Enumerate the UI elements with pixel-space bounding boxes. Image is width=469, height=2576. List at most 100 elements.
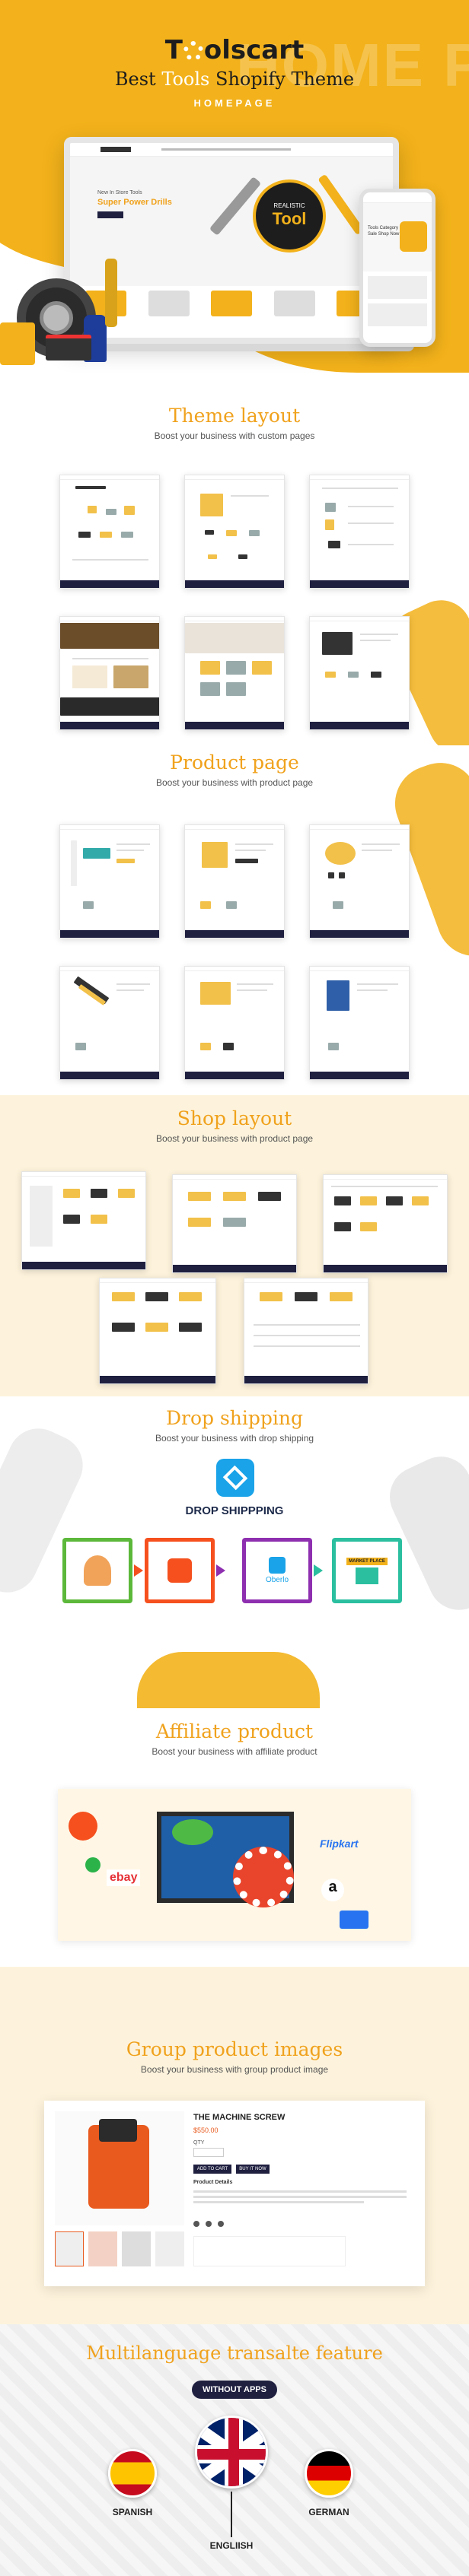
shop-icon: [356, 1567, 378, 1584]
flow-step-marketplace: MARKET PLACE: [332, 1538, 402, 1603]
tool-badge: REALISTIC Tool: [253, 179, 326, 253]
mock-banner-button[interactable]: [97, 211, 123, 218]
amazon-logo: a: [321, 1879, 344, 1901]
buy-now-button[interactable]: BUY IT NOW: [236, 2165, 270, 2174]
hero-section: HOME PAGE Tolscart Best Tools Shopify Th…: [0, 0, 469, 395]
theme-layout-section: Theme layout Boost your business with cu…: [0, 395, 469, 745]
flag-spain-icon[interactable]: [108, 2449, 157, 2498]
drop-shipping-label: DROP SHIPPPING: [185, 1504, 284, 1517]
affiliate-section: Affiliate product Boost your business wi…: [0, 1708, 469, 1967]
affiliate-subtitle: Boost your business with affiliate produ…: [152, 1746, 317, 1757]
layout-thumb-1[interactable]: [59, 475, 160, 589]
shop-thumb-4[interactable]: [99, 1278, 216, 1384]
product-thumb-4[interactable]: [59, 966, 160, 1080]
lang-spanish: SPANISH: [112, 2507, 153, 2517]
layout-thumb-3[interactable]: [309, 475, 410, 589]
gallery-thumb-3[interactable]: [122, 2231, 151, 2266]
ebay-logo: ebay: [107, 1869, 141, 1886]
product-main-image: [55, 2111, 184, 2225]
phone-mockup: Tools Category Sale Shop Now: [359, 189, 436, 347]
details-label: Product Details: [193, 2180, 233, 2185]
flag-germany-icon[interactable]: [305, 2449, 353, 2498]
group-images-subtitle: Boost your business with group product i…: [140, 2064, 329, 2075]
multilang-section: Multilanguage transalte feature WITHOUT …: [0, 2324, 469, 2576]
pinterest-icon[interactable]: [218, 2221, 224, 2227]
product-title: THE MACHINE SCREW: [193, 2113, 286, 2122]
qty-input[interactable]: [193, 2148, 224, 2157]
shop-thumb-3[interactable]: [323, 1174, 448, 1273]
credit-card-icon: [340, 1911, 368, 1929]
pointer-line: [231, 2492, 232, 2537]
oberlo-label: Oberlo: [265, 1576, 289, 1584]
affiliate-title: Affiliate product: [155, 1720, 314, 1742]
phone-icon: [85, 1857, 100, 1872]
mock-banner: New In Store Tools Super Power Drills RE…: [70, 157, 393, 286]
lang-german: GERMAN: [308, 2507, 349, 2517]
flow-step-oberlo: Oberlo: [242, 1538, 312, 1603]
share-icons: [193, 2221, 224, 2227]
phone-banner-text: Tools Category Sale Shop Now: [368, 226, 400, 237]
product-thumb-5[interactable]: [184, 966, 285, 1080]
without-apps-pill: WITHOUT APPS: [192, 2381, 277, 2399]
twitter-icon[interactable]: [206, 2221, 212, 2227]
tool-blade-art: [137, 1652, 320, 1708]
aliexpress-logo-icon: [69, 1812, 97, 1841]
mock-banner-title: Super Power Drills: [97, 198, 172, 207]
product-thumb-1[interactable]: [59, 824, 160, 939]
theme-layout-subtitle: Boost your business with custom pages: [154, 430, 315, 441]
mock-logo: [100, 147, 131, 152]
arrow-icon: [216, 1564, 225, 1577]
gallery-thumb-2[interactable]: [88, 2231, 117, 2266]
product-thumb-3[interactable]: [309, 824, 410, 939]
person-icon: [84, 1555, 111, 1586]
aliexpress-icon: [168, 1558, 192, 1583]
fuel-can-image: [0, 322, 35, 365]
drill-icon: [400, 221, 427, 252]
hero-title-highlight: Tools: [161, 68, 210, 90]
shop-thumb-1[interactable]: [21, 1171, 146, 1270]
gallery-thumb-1[interactable]: [55, 2231, 84, 2266]
lang-english: ENGLIISH: [209, 2540, 254, 2551]
layout-thumb-4[interactable]: [59, 616, 160, 730]
drop-shipping-section: Drop shipping Boost your business with d…: [0, 1396, 469, 1708]
flipkart-logo: Flipkart: [320, 1838, 359, 1850]
layout-thumb-6[interactable]: [309, 616, 410, 730]
mock-banner-small: New In Store Tools: [97, 190, 142, 195]
shock-absorber-image: [105, 259, 117, 327]
settings-gear-icon: [233, 1847, 294, 1907]
layout-thumb-2[interactable]: [184, 475, 285, 589]
description-lines: [193, 2190, 407, 2206]
dropbox-icon: [216, 1459, 254, 1497]
facebook-icon[interactable]: [193, 2221, 199, 2227]
product-detail-card: THE MACHINE SCREW $550.00 QTY ADD TO CAR…: [44, 2101, 425, 2286]
product-page-section: Product page Boost your business with pr…: [0, 745, 469, 1095]
product-page-subtitle: Boost your business with product page: [155, 777, 314, 788]
gallery-thumb-4[interactable]: [155, 2231, 184, 2266]
hero-subtitle: HOMEPAGE: [193, 97, 276, 109]
arrow-icon: [134, 1564, 143, 1577]
hammer-icon: [317, 173, 365, 236]
product-price: $550.00: [193, 2127, 219, 2134]
affiliate-illustration: ebay Flipkart a: [58, 1789, 411, 1941]
flag-uk-icon[interactable]: [195, 2416, 268, 2489]
product-page-title: Product page: [170, 751, 299, 773]
group-images-title: Group product images: [126, 2038, 343, 2060]
hero-logo: Tolscart: [0, 35, 469, 65]
arrow-icon: [314, 1564, 323, 1577]
product-thumb-2[interactable]: [184, 824, 285, 939]
hero-title: Best Tools Shopify Theme: [114, 68, 355, 90]
layout-thumb-5[interactable]: [184, 616, 285, 730]
drop-shipping-title: Drop shipping: [165, 1407, 304, 1429]
mock-category-row: [85, 291, 378, 321]
flow-step-aliexpress: [145, 1538, 215, 1603]
battery-image: [46, 335, 91, 361]
logo-letter: T: [164, 35, 183, 65]
shop-layout-subtitle: Boost your business with product page: [155, 1133, 314, 1144]
option-table: [193, 2236, 346, 2266]
shop-thumb-5[interactable]: [244, 1278, 368, 1384]
shop-thumb-2[interactable]: [172, 1174, 297, 1273]
add-to-cart-button[interactable]: ADD TO CART: [193, 2165, 231, 2174]
eye-icon: [172, 1819, 213, 1845]
gear-icon: [183, 41, 203, 61]
product-thumb-6[interactable]: [309, 966, 410, 1080]
